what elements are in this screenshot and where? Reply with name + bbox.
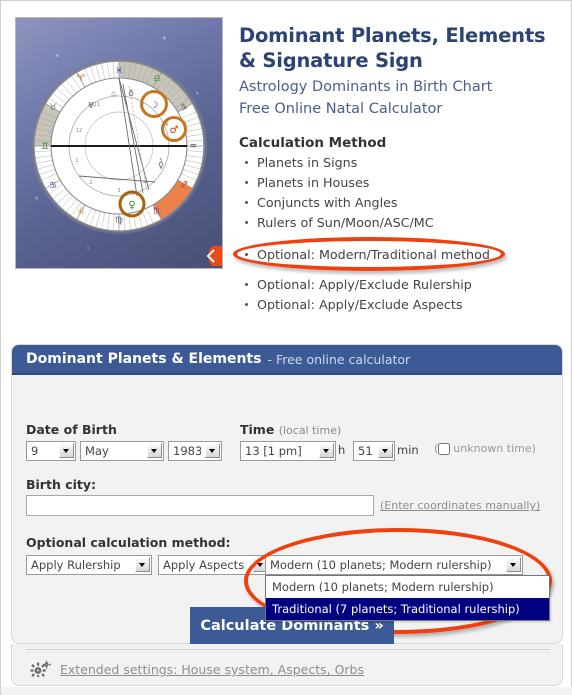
month-select[interactable]: JanuaryFebruaryMarchAprilMayJuneJuly — [80, 441, 164, 461]
svg-text:♎: ♎ — [153, 74, 161, 84]
svg-text:6: 6 — [161, 128, 164, 134]
panel-subtitle: - Free online calculator — [267, 351, 411, 367]
page-title-line1: Dominant Planets, Elements — [239, 24, 546, 47]
method-select-wrapper[interactable]: Modern (10 planets; Modern rulership)Tra… — [265, 555, 523, 575]
page-title: Dominant Planets, Elements & Signature S… — [239, 23, 561, 73]
hour-unit-label: h — [338, 443, 346, 457]
svg-text:♀: ♀ — [128, 200, 135, 211]
page-root: ♓ ♎ ♑ ♒ ♐ ♏ ♍ ♌ ♋ ♊ ♉ ♈ ♨ ♁ ♅ ♃ ♀ ☽ ♂ ♀ … — [0, 0, 572, 695]
enter-coordinates-link[interactable]: (Enter coordinates manually) — [380, 499, 540, 512]
panel-title: Dominant Planets & Elements — [26, 351, 262, 367]
month-select-wrapper[interactable]: JanuaryFebruaryMarchAprilMayJuneJuly — [80, 441, 164, 461]
year-select[interactable]: 19811982198319841985 — [168, 441, 222, 461]
page-title-line2: & Signature Sign — [239, 49, 423, 72]
minute-select-wrapper[interactable]: 4950515253 — [353, 441, 395, 461]
svg-text:4: 4 — [143, 180, 146, 186]
svg-text:♈: ♈ — [77, 74, 86, 84]
svg-text:♏: ♏ — [153, 207, 161, 217]
panel-footer: Extended settings: House system, Aspects… — [11, 644, 563, 686]
page-subtitle-1: Astrology Dominants in Birth Chart — [239, 79, 493, 95]
dropdown-option-modern[interactable]: Modern (10 planets; Modern rulership) — [266, 576, 549, 598]
page-subtitle-2: Free Online Natal Calculator — [239, 101, 443, 117]
year-select-wrapper[interactable]: 19811982198319841985 — [168, 441, 222, 461]
list-item: Optional: Apply/Exclude Rulership — [245, 275, 572, 295]
list-item: Optional: Apply/Exclude Aspects — [245, 295, 572, 315]
footer-strip — [2, 687, 572, 695]
calculator-panel: Dominant Planets & Elements - Free onlin… — [11, 344, 563, 644]
svg-text:5: 5 — [159, 158, 162, 164]
list-item: Planets in Houses — [245, 173, 572, 193]
svg-text:♓: ♓ — [115, 67, 123, 77]
time-label-note: (local time) — [278, 424, 342, 437]
svg-text:♂: ♂ — [170, 125, 179, 136]
hour-select[interactable]: 11 [11 am]12 [12 pm]13 [1 pm]14 [2 pm] — [240, 441, 336, 461]
svg-text:♒: ♒ — [189, 142, 197, 152]
time-label-text: Time — [240, 422, 275, 437]
extended-settings-link[interactable]: Extended settings: House system, Aspects… — [60, 662, 364, 677]
svg-text:♋: ♋ — [49, 181, 57, 191]
svg-text:♍: ♍ — [115, 216, 123, 226]
svg-text:7: 7 — [141, 102, 144, 108]
svg-text:12: 12 — [76, 128, 82, 134]
page-headings: Dominant Planets, Elements & Signature S… — [239, 23, 561, 120]
list-item: Planets in Signs — [245, 153, 572, 173]
method-select[interactable]: Modern (10 planets; Modern rulership)Tra… — [265, 555, 523, 575]
rulership-select[interactable]: Apply RulershipExclude Rulership — [26, 555, 152, 575]
method-dropdown-list[interactable]: Modern (10 planets; Modern rulership) Tr… — [265, 575, 550, 621]
svg-text:♑: ♑ — [180, 103, 188, 113]
unknown-time-label: unknown time) — [453, 442, 536, 455]
minute-select[interactable]: 4950515253 — [353, 441, 395, 461]
day-select[interactable]: 1234567891011 — [26, 441, 76, 461]
minute-unit-label: min — [397, 443, 419, 457]
svg-text:♨: ♨ — [110, 89, 117, 98]
list-item: Rulers of Sun/Moon/ASC/MC — [245, 213, 572, 233]
birth-city-label: Birth city: — [26, 477, 97, 492]
svg-text:1: 1 — [75, 158, 78, 164]
aspects-select-wrapper[interactable]: Apply AspectsExclude Aspects — [158, 555, 270, 575]
svg-text:♉: ♉ — [49, 103, 57, 113]
svg-text:11: 11 — [94, 102, 100, 108]
date-of-birth-label: Date of Birth — [26, 422, 117, 437]
svg-text:♐: ♐ — [180, 181, 188, 191]
birth-city-input[interactable] — [26, 495, 374, 516]
list-item: Conjuncts with Angles — [245, 193, 572, 213]
unknown-time-checkbox[interactable] — [438, 442, 451, 455]
aspects-select[interactable]: Apply AspectsExclude Aspects — [158, 555, 270, 575]
natal-chart-wheel-graphic: ♓ ♎ ♑ ♒ ♐ ♏ ♍ ♌ ♋ ♊ ♉ ♈ ♨ ♁ ♅ ♃ ♀ ☽ ♂ ♀ … — [31, 58, 222, 266]
hour-select-wrapper[interactable]: 11 [11 am]12 [12 pm]13 [1 pm]14 [2 pm] — [240, 441, 336, 461]
svg-text:♁: ♁ — [128, 89, 134, 98]
footer-divider — [26, 649, 550, 653]
unknown-time-field[interactable]: ( unknown time) — [434, 442, 536, 455]
intro-section: ♓ ♎ ♑ ♒ ♐ ♏ ♍ ♌ ♋ ♊ ♉ ♈ ♨ ♁ ♅ ♃ ♀ ☽ ♂ ♀ … — [1, 1, 572, 333]
calculation-method-heading: Calculation Method — [239, 135, 387, 151]
panel-header: Dominant Planets & Elements - Free onlin… — [12, 345, 562, 375]
time-label: Time (local time) — [240, 422, 341, 437]
svg-text:☽: ☽ — [150, 100, 159, 111]
calculation-method-list: Planets in Signs Planets in Houses Conju… — [239, 153, 572, 315]
list-item: Optional: Modern/Traditional method — [245, 245, 572, 265]
rulership-select-wrapper[interactable]: Apply RulershipExclude Rulership — [26, 555, 152, 575]
svg-text:♌: ♌ — [77, 207, 85, 217]
svg-text:3: 3 — [117, 188, 120, 194]
optional-method-label: Optional calculation method: — [26, 535, 231, 550]
svg-text:2: 2 — [89, 180, 92, 186]
svg-text:♊: ♊ — [41, 142, 49, 152]
natal-chart-thumbnail[interactable]: ♓ ♎ ♑ ♒ ♐ ♏ ♍ ♌ ♋ ♊ ♉ ♈ ♨ ♁ ♅ ♃ ♀ ☽ ♂ ♀ … — [15, 17, 223, 269]
day-select-wrapper[interactable]: 1234567891011 — [26, 441, 76, 461]
gear-icon — [30, 661, 52, 679]
dropdown-option-traditional[interactable]: Traditional (7 planets; Traditional rule… — [266, 598, 549, 620]
